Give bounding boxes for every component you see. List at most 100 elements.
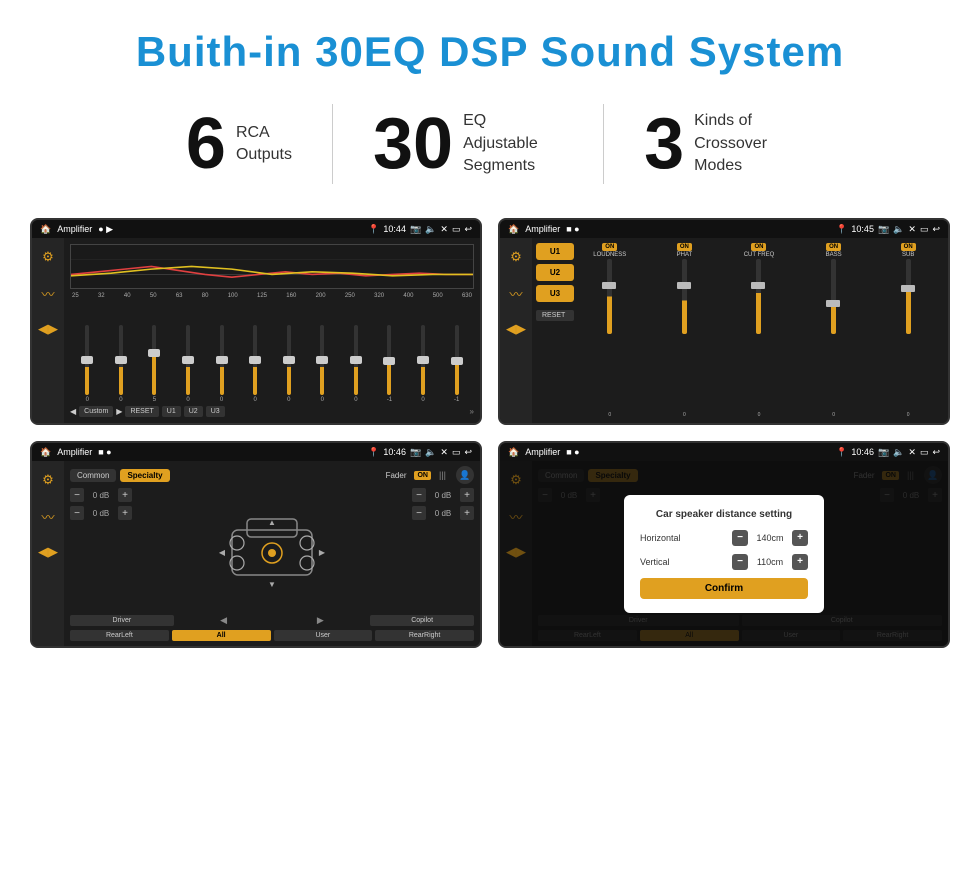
vol-minus-r1[interactable]: − <box>412 506 426 520</box>
fader-rearright-btn[interactable]: RearRight <box>375 630 474 641</box>
eq-u3-btn[interactable]: U3 <box>206 406 225 417</box>
crossover-play-icons: ■ ● <box>566 224 579 234</box>
cr-u2-btn[interactable]: U2 <box>536 264 574 281</box>
cr-sub-val: 0 <box>907 412 910 418</box>
eq-custom-btn[interactable]: Custom <box>79 406 113 417</box>
cr-u1-btn[interactable]: U1 <box>536 243 574 260</box>
crossover-back-icon: ↩ <box>932 224 940 235</box>
eq-play-icons: ● ▶ <box>98 224 113 235</box>
stat-rca: 6 RCAOutputs <box>146 108 332 180</box>
horizontal-minus-btn[interactable]: − <box>732 530 748 546</box>
fader-tab-specialty[interactable]: Specialty <box>120 469 169 482</box>
horizontal-stepper: − 140cm + <box>732 530 808 546</box>
vol-minus-0[interactable]: − <box>70 488 84 502</box>
fader-user-btn[interactable]: User <box>274 630 373 641</box>
eq-u2-btn[interactable]: U2 <box>184 406 203 417</box>
cr-sub-label: SUB <box>902 252 914 258</box>
cr-sub-slider[interactable] <box>872 259 944 411</box>
eq-sliders: 0 0 5 0 0 <box>70 302 474 403</box>
cr-bass-on[interactable]: ON <box>826 243 841 251</box>
home-icon-dl: 🏠 <box>508 447 519 458</box>
horizontal-plus-btn[interactable]: + <box>792 530 808 546</box>
cr-phat-on[interactable]: ON <box>677 243 692 251</box>
eq-bottom-bar: ◀ Custom ▶ RESET U1 U2 U3 » <box>70 406 474 417</box>
fd-icon-3[interactable]: ◀▶ <box>37 541 59 563</box>
vol-row-0: − 0 dB + <box>70 488 132 502</box>
fd-icon-1[interactable]: ⚙ <box>37 469 59 491</box>
crossover-u-buttons: U1 U2 U3 RESET <box>536 243 574 418</box>
cr-cutfreq-on[interactable]: ON <box>751 243 766 251</box>
eq-slider-8[interactable]: 0 <box>341 325 372 403</box>
fader-settings-icon[interactable]: 👤 <box>456 466 474 484</box>
fader-copilot-btn[interactable]: Copilot <box>370 615 474 626</box>
crossover-x-icon: ✕ <box>908 224 916 235</box>
vertical-label: Vertical <box>640 557 732 567</box>
fader-battery-icon: ▭ <box>452 447 461 458</box>
fader-main-area: Common Specialty Fader ON ||| 👤 − 0 dB + <box>64 461 480 646</box>
crossover-app-title: Amplifier <box>525 224 560 234</box>
eq-slider-7[interactable]: 0 <box>307 325 338 403</box>
eq-slider-10[interactable]: 0 <box>408 325 439 403</box>
dialog-vertical-row: Vertical − 110cm + <box>640 554 808 570</box>
fader-all-btn[interactable]: All <box>172 630 271 641</box>
stats-row: 6 RCAOutputs 30 EQ AdjustableSegments 3 … <box>0 94 980 208</box>
cr-icon-1[interactable]: ⚙ <box>505 246 527 268</box>
eq-screen: 🏠 Amplifier ● ▶ 📍 10:44 📷 🔈 ✕ ▭ ↩ ⚙ 〰 ◀▶ <box>30 218 482 425</box>
vol-val-r1: 0 dB <box>429 509 457 518</box>
eq-volume-icon: 🔈 <box>425 224 436 235</box>
eq-prev-arrow[interactable]: ◀ <box>70 407 76 416</box>
fader-rearleft-btn[interactable]: RearLeft <box>70 630 169 641</box>
eq-icon-1[interactable]: ⚙ <box>37 246 59 268</box>
eq-slider-0[interactable]: 0 <box>72 325 103 403</box>
vol-val-1: 0 dB <box>87 509 115 518</box>
dialog-status-bar: 🏠 Amplifier ■ ● 📍 10:46 📷 🔈 ✕ ▭ ↩ <box>500 443 948 461</box>
eq-slider-4[interactable]: 0 <box>206 325 237 403</box>
confirm-button[interactable]: Confirm <box>640 578 808 599</box>
fader-tab-common[interactable]: Common <box>70 469 116 482</box>
fader-driver-btn[interactable]: Driver <box>70 615 174 626</box>
cr-reset-btn[interactable]: RESET <box>536 310 574 321</box>
eq-slider-9[interactable]: -1 <box>374 325 405 403</box>
dialog-screen: 🏠 Amplifier ■ ● 📍 10:46 📷 🔈 ✕ ▭ ↩ ⚙ 〰 ◀▶ <box>498 441 950 648</box>
cr-sub-on[interactable]: ON <box>901 243 916 251</box>
eq-slider-3[interactable]: 0 <box>173 325 204 403</box>
cr-bass-slider[interactable] <box>798 259 870 411</box>
horizontal-label: Horizontal <box>640 533 732 543</box>
cr-loudness-slider[interactable] <box>574 259 646 411</box>
eq-icon-3[interactable]: ◀▶ <box>37 318 59 340</box>
eq-freq-labels: 2532405063 80100125160200 25032040050063… <box>70 293 474 299</box>
vol-minus-r0[interactable]: − <box>412 488 426 502</box>
eq-reset-btn[interactable]: RESET <box>125 406 158 417</box>
eq-u1-btn[interactable]: U1 <box>162 406 181 417</box>
cr-loudness-val: 0 <box>608 412 611 418</box>
cr-u3-btn[interactable]: U3 <box>536 285 574 302</box>
eq-slider-11[interactable]: -1 <box>441 325 472 403</box>
cr-cutfreq-slider[interactable] <box>723 259 795 411</box>
cr-loudness-on[interactable]: ON <box>602 243 617 251</box>
eq-icon-2[interactable]: 〰 <box>37 282 59 304</box>
dialog-horizontal-row: Horizontal − 140cm + <box>640 530 808 546</box>
eq-slider-2[interactable]: 5 <box>139 325 170 403</box>
vertical-minus-btn[interactable]: − <box>732 554 748 570</box>
vol-plus-r0[interactable]: + <box>460 488 474 502</box>
eq-slider-1[interactable]: 0 <box>106 325 137 403</box>
vertical-plus-btn[interactable]: + <box>792 554 808 570</box>
eq-slider-5[interactable]: 0 <box>240 325 271 403</box>
cr-icon-3[interactable]: ◀▶ <box>505 318 527 340</box>
fd-icon-2[interactable]: 〰 <box>37 505 59 527</box>
stat-crossover-label: Kinds ofCrossover Modes <box>694 110 794 177</box>
eq-screen-content: ⚙ 〰 ◀▶ <box>32 238 480 423</box>
vol-plus-0[interactable]: + <box>118 488 132 502</box>
eq-next-arrow[interactable]: ▶ <box>116 407 122 416</box>
cr-bass-val: 0 <box>832 412 835 418</box>
eq-slider-6[interactable]: 0 <box>273 325 304 403</box>
vol-plus-1[interactable]: + <box>118 506 132 520</box>
eq-back-icon: ↩ <box>464 224 472 235</box>
vol-row-r0: − 0 dB + <box>412 488 474 502</box>
horizontal-value: 140cm <box>752 533 788 543</box>
cr-loudness-label: LOUDNESS <box>593 252 626 258</box>
vol-minus-1[interactable]: − <box>70 506 84 520</box>
cr-phat-slider[interactable] <box>649 259 721 411</box>
cr-icon-2[interactable]: 〰 <box>505 282 527 304</box>
vol-plus-r1[interactable]: + <box>460 506 474 520</box>
